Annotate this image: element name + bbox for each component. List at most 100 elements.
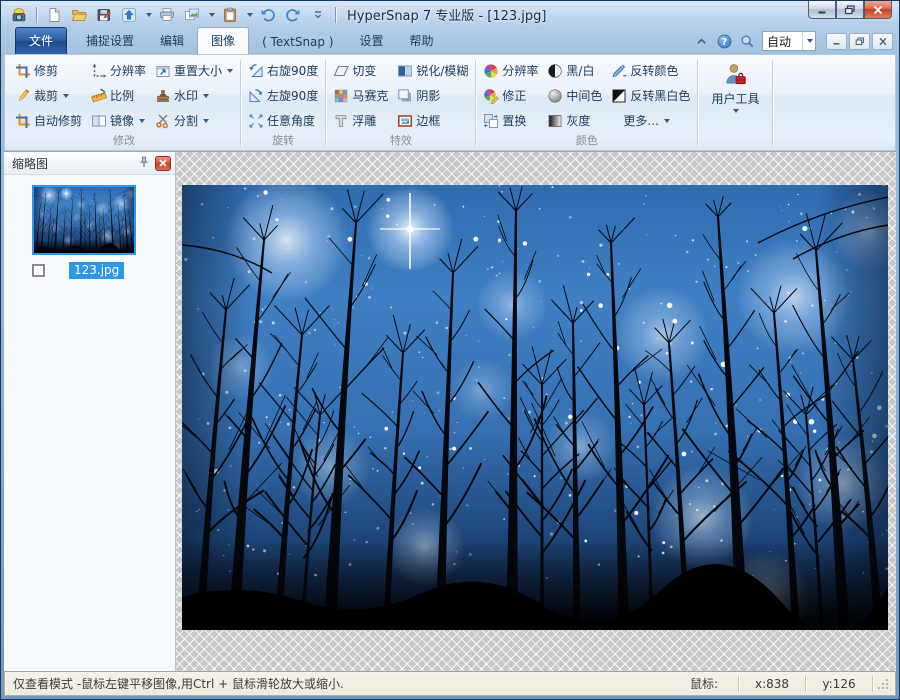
ribbon: 修剪 裁剪 自动修剪 分辨率 比例 xyxy=(4,54,896,151)
mosaic-icon xyxy=(333,88,349,104)
tab-textsnap[interactable]: ( TextSnap ) xyxy=(249,31,346,54)
shear-icon xyxy=(333,63,349,79)
copy-button[interactable] xyxy=(182,5,202,25)
mosaic-button[interactable]: 马赛克 xyxy=(331,86,390,105)
paste-dropdown-arrow[interactable] xyxy=(247,13,253,17)
grayscale-button[interactable]: 灰度 xyxy=(545,111,592,130)
save-button[interactable] xyxy=(94,5,114,25)
invert-colors-button[interactable]: 反转颜色 xyxy=(609,61,680,80)
resolution-button[interactable]: 分辨率 xyxy=(89,61,148,80)
midtone-button[interactable]: 中间色 xyxy=(545,86,604,105)
thumbnail-image[interactable] xyxy=(32,185,136,255)
panel-close-button[interactable] xyxy=(155,156,171,171)
tab-edit[interactable]: 编辑 xyxy=(147,28,197,54)
user-tools-button[interactable]: 用户工具 xyxy=(703,58,767,113)
dropdown-arrow xyxy=(63,94,69,98)
group-separator xyxy=(240,60,241,146)
cut-button[interactable]: 裁剪 xyxy=(13,86,71,105)
zoom-level-select[interactable]: 自动 xyxy=(762,31,816,51)
new-file-button[interactable] xyxy=(44,5,64,25)
zoom-combo-arrow[interactable] xyxy=(802,32,815,50)
thumbnail-filename[interactable]: 123.jpg xyxy=(69,262,124,279)
thumbnail-panel: 缩略图 123.jpg xyxy=(4,152,176,671)
open-file-button[interactable] xyxy=(69,5,89,25)
tab-capture-settings[interactable]: 捕捉设置 xyxy=(73,28,147,54)
doc-restore-button[interactable] xyxy=(849,33,870,50)
color-replace-button[interactable]: 置换 xyxy=(481,111,528,130)
black-white-button[interactable]: 黑/白 xyxy=(545,61,596,80)
doc-close-button[interactable] xyxy=(872,33,893,50)
crop-button[interactable]: 修剪 xyxy=(13,61,60,80)
group-separator xyxy=(325,60,326,146)
rotate-right-button[interactable]: 右旋90度 xyxy=(246,61,320,80)
tabrow-right-controls: ? 自动 xyxy=(693,31,896,54)
status-separator xyxy=(872,676,873,692)
print-button[interactable] xyxy=(157,5,177,25)
minimize-button[interactable] xyxy=(808,1,836,19)
pin-icon[interactable] xyxy=(137,155,151,172)
any-angle-icon xyxy=(248,113,264,129)
statusbar: 仅查看模式 -鼠标左键平移图像,用Ctrl + 鼠标滑轮放大或缩小. 鼠标: x… xyxy=(4,671,896,696)
thumbnail-row: 123.jpg xyxy=(32,262,175,279)
shadow-button[interactable]: 阴影 xyxy=(395,86,442,105)
grayscale-icon xyxy=(547,113,563,129)
copy-dropdown-arrow[interactable] xyxy=(209,13,215,17)
group-rotate: 右旋90度 左旋90度 任意角度 旋转 xyxy=(242,57,324,150)
resolution-ruler-icon xyxy=(91,63,107,79)
paste-button[interactable] xyxy=(220,5,240,25)
group-separator xyxy=(772,60,773,146)
undo-button[interactable] xyxy=(258,5,278,25)
main-photo[interactable] xyxy=(182,185,888,630)
rotate-left-button[interactable]: 左旋90度 xyxy=(246,86,320,105)
image-canvas[interactable] xyxy=(176,152,896,671)
color-resolution-button[interactable]: 分辨率 xyxy=(481,61,540,80)
pencil-cut-icon xyxy=(15,88,31,104)
svg-text:?: ? xyxy=(722,36,727,47)
autocrop-icon xyxy=(15,113,31,129)
close-button[interactable] xyxy=(864,1,892,19)
zoom-tool-icon[interactable] xyxy=(739,33,756,50)
ribbon-tabs: 文件 捕捉设置 编辑 图像 ( TextSnap ) 设置 帮助 ? 自动 xyxy=(4,28,896,54)
frame-button[interactable]: 边框 xyxy=(395,111,442,130)
rotate-right-icon xyxy=(248,63,264,79)
thumbnail-checkbox[interactable] xyxy=(32,264,45,277)
split-button[interactable]: 分割 xyxy=(153,111,211,130)
restore-button[interactable] xyxy=(836,1,864,19)
scale-button[interactable]: 比例 xyxy=(89,86,136,105)
sharpen-blur-button[interactable]: 锐化/模糊 xyxy=(395,61,470,80)
redo-button[interactable] xyxy=(283,5,303,25)
main-area: 缩略图 123.jpg xyxy=(4,151,896,671)
dropdown-arrow xyxy=(203,119,209,123)
doc-minimize-button[interactable] xyxy=(826,33,847,50)
autocrop-button[interactable]: 自动修剪 xyxy=(13,111,84,130)
replace-icon xyxy=(483,113,499,129)
mirror-button[interactable]: 镜像 xyxy=(89,111,147,130)
help-icon[interactable]: ? xyxy=(716,33,733,50)
tab-image[interactable]: 图像 xyxy=(197,27,249,54)
resize-button[interactable]: 重置大小 xyxy=(153,61,235,80)
watermark-button[interactable]: 水印 xyxy=(153,86,211,105)
quick-access-toolbar xyxy=(9,5,338,25)
watermark-stamp-icon xyxy=(155,88,171,104)
shear-button[interactable]: 切变 xyxy=(331,61,378,80)
qat-customize-button[interactable] xyxy=(308,5,328,25)
group-label-color: 颜色 xyxy=(481,134,692,150)
tab-settings[interactable]: 设置 xyxy=(347,28,397,54)
tab-file[interactable]: 文件 xyxy=(15,27,67,54)
upload-dropdown-arrow[interactable] xyxy=(146,13,152,17)
group-label-rotate: 旋转 xyxy=(246,134,320,150)
resize-grip[interactable] xyxy=(875,678,891,690)
group-label-effects: 特效 xyxy=(331,134,470,150)
color-correct-button[interactable]: 修正 xyxy=(481,86,528,105)
dropdown-arrow xyxy=(227,69,233,73)
app-logo-icon[interactable] xyxy=(9,5,29,25)
qat-separator xyxy=(335,7,336,23)
collapse-ribbon-icon[interactable] xyxy=(693,33,710,50)
upload-button[interactable] xyxy=(119,5,139,25)
any-angle-button[interactable]: 任意角度 xyxy=(246,111,317,130)
more-colors-button[interactable]: 更多... xyxy=(609,111,671,130)
emboss-button[interactable]: 浮雕 xyxy=(331,111,378,130)
invert-bw-button[interactable]: 反转黑白色 xyxy=(609,86,692,105)
tab-help[interactable]: 帮助 xyxy=(397,28,447,54)
dropdown-arrow xyxy=(203,94,209,98)
